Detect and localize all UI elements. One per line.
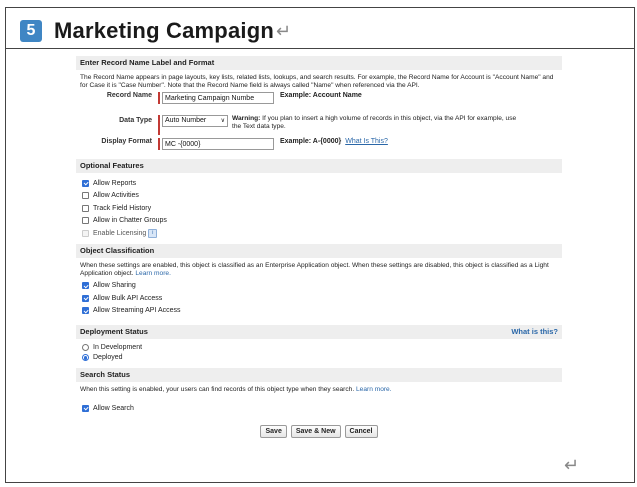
info-icon[interactable]: i xyxy=(148,228,158,238)
record-name-example: Example: Account Name xyxy=(280,92,362,99)
return-mark: ↵ xyxy=(564,455,580,475)
record-name-row: Record Name Marketing Campaign Numbe Exa… xyxy=(76,92,562,107)
required-indicator xyxy=(158,115,160,135)
section-title: Enter Record Name Label and Format xyxy=(80,58,215,67)
search-status-section-header: Search Status xyxy=(76,368,562,382)
page-title: Marketing Campaign xyxy=(54,18,274,43)
checkbox-label: Allow in Chatter Groups xyxy=(93,217,167,225)
allow-bulk-api-checkbox[interactable] xyxy=(82,294,89,302)
allow-chatter-groups-checkbox[interactable] xyxy=(82,217,89,225)
radio-label: In Development xyxy=(93,343,143,351)
section-title: Object Classification xyxy=(80,245,155,255)
button-bar: Save Save & New Cancel xyxy=(76,424,562,438)
allow-sharing-checkbox[interactable] xyxy=(82,282,89,290)
search-status-description: When this setting is enabled, your users… xyxy=(76,384,562,396)
checkbox-label: Allow Sharing xyxy=(93,282,136,290)
allow-streaming-api-checkbox[interactable] xyxy=(82,307,89,315)
record-name-input[interactable]: Marketing Campaign Numbe xyxy=(162,92,274,104)
save-button[interactable]: Save xyxy=(260,424,287,438)
what-is-this-link[interactable]: What Is This? xyxy=(345,138,388,145)
track-field-history-option: Track Field History xyxy=(76,202,562,215)
track-field-history-checkbox[interactable] xyxy=(82,204,89,212)
deployed-radio[interactable] xyxy=(82,354,89,362)
learn-more-link[interactable]: Learn more. xyxy=(135,270,171,277)
record-name-description: The Record Name appears in page layouts,… xyxy=(80,74,554,89)
step-number-badge: 5 xyxy=(20,20,42,42)
chevron-down-icon: ∨ xyxy=(220,118,225,124)
display-format-row: Display Format MC -{0000} Example: A-{00… xyxy=(76,138,562,153)
allow-reports-option: Allow Reports xyxy=(76,177,562,190)
enable-licensing-checkbox xyxy=(82,229,89,237)
data-type-warning: Warning: If you plan to insert a high vo… xyxy=(232,115,522,131)
display-format-input[interactable]: MC -{0000} xyxy=(162,138,274,150)
required-indicator xyxy=(158,92,160,104)
checkbox-label: Enable Licensing xyxy=(93,229,147,237)
allow-chatter-groups-option: Allow in Chatter Groups xyxy=(76,215,562,228)
checkbox-label: Allow Activities xyxy=(93,192,139,200)
section-title: Deployment Status xyxy=(80,327,148,336)
in-development-option: In Development xyxy=(76,342,562,353)
data-type-label: Data Type xyxy=(119,117,152,124)
checkbox-label: Allow Streaming API Access xyxy=(93,307,181,315)
enable-licensing-option: Enable Licensing i xyxy=(76,227,562,240)
in-development-radio[interactable] xyxy=(82,343,89,351)
allow-reports-checkbox[interactable] xyxy=(82,179,89,187)
allow-streaming-api-option: Allow Streaming API Access xyxy=(76,305,562,318)
allow-activities-checkbox[interactable] xyxy=(82,192,89,200)
object-classification-section-header: Object Classification xyxy=(76,243,562,258)
checkbox-label: Allow Reports xyxy=(93,179,137,187)
save-new-button[interactable]: Save & New xyxy=(290,424,341,438)
data-type-row: Data Type Auto Number ∨ Warning: If you … xyxy=(76,115,562,137)
object-classification-description: When these settings are enabled, this ob… xyxy=(76,260,562,280)
display-format-example: Example: A-{0000} What Is This? xyxy=(280,138,388,145)
warning-text: If you plan to insert a high volume of r… xyxy=(232,115,517,130)
data-type-select[interactable]: Auto Number ∨ xyxy=(162,115,228,127)
allow-bulk-api-option: Allow Bulk API Access xyxy=(76,292,562,305)
return-mark: ↵ xyxy=(275,20,292,41)
learn-more-link[interactable]: Learn more. xyxy=(356,386,392,393)
allow-activities-option: Allow Activities xyxy=(76,190,562,203)
deployed-option: Deployed xyxy=(76,353,562,364)
optional-features-section-header: Optional Features xyxy=(76,159,562,173)
new-object-form: Enter Record Name Label and Format The R… xyxy=(76,56,562,479)
allow-search-checkbox[interactable] xyxy=(82,404,89,412)
display-format-label: Display Format xyxy=(101,138,152,145)
optional-features-list: Allow Reports Allow Activities Track Fie… xyxy=(76,177,562,240)
step-header: 5 Marketing Campaign ↵ xyxy=(20,16,291,46)
cancel-button[interactable]: Cancel xyxy=(344,424,378,438)
warning-label: Warning: xyxy=(232,115,261,122)
allow-sharing-option: Allow Sharing xyxy=(76,280,562,293)
description-text: When this setting is enabled, your users… xyxy=(80,386,356,393)
section-title: Optional Features xyxy=(80,161,144,170)
deployment-status-options: In Development Deployed xyxy=(76,342,562,363)
data-type-value: Auto Number xyxy=(165,117,207,124)
record-name-label: Record Name xyxy=(106,92,152,99)
format-example-text: Example: A-{0000} xyxy=(280,138,342,145)
allow-search-option: Allow Search xyxy=(76,402,562,415)
header-divider xyxy=(5,48,635,49)
checkbox-label: Track Field History xyxy=(93,204,152,212)
checkbox-label: Allow Bulk API Access xyxy=(93,294,163,302)
what-is-this-link[interactable]: What is this? xyxy=(511,327,558,337)
radio-label: Deployed xyxy=(93,354,123,362)
required-indicator xyxy=(158,138,160,150)
section-title: Search Status xyxy=(80,370,131,379)
deployment-status-section-header: Deployment Status What is this? xyxy=(76,325,562,339)
object-classification-list: Allow Sharing Allow Bulk API Access Allo… xyxy=(76,280,562,318)
record-name-section-header: Enter Record Name Label and Format xyxy=(76,56,562,70)
checkbox-label: Allow Search xyxy=(93,404,134,412)
